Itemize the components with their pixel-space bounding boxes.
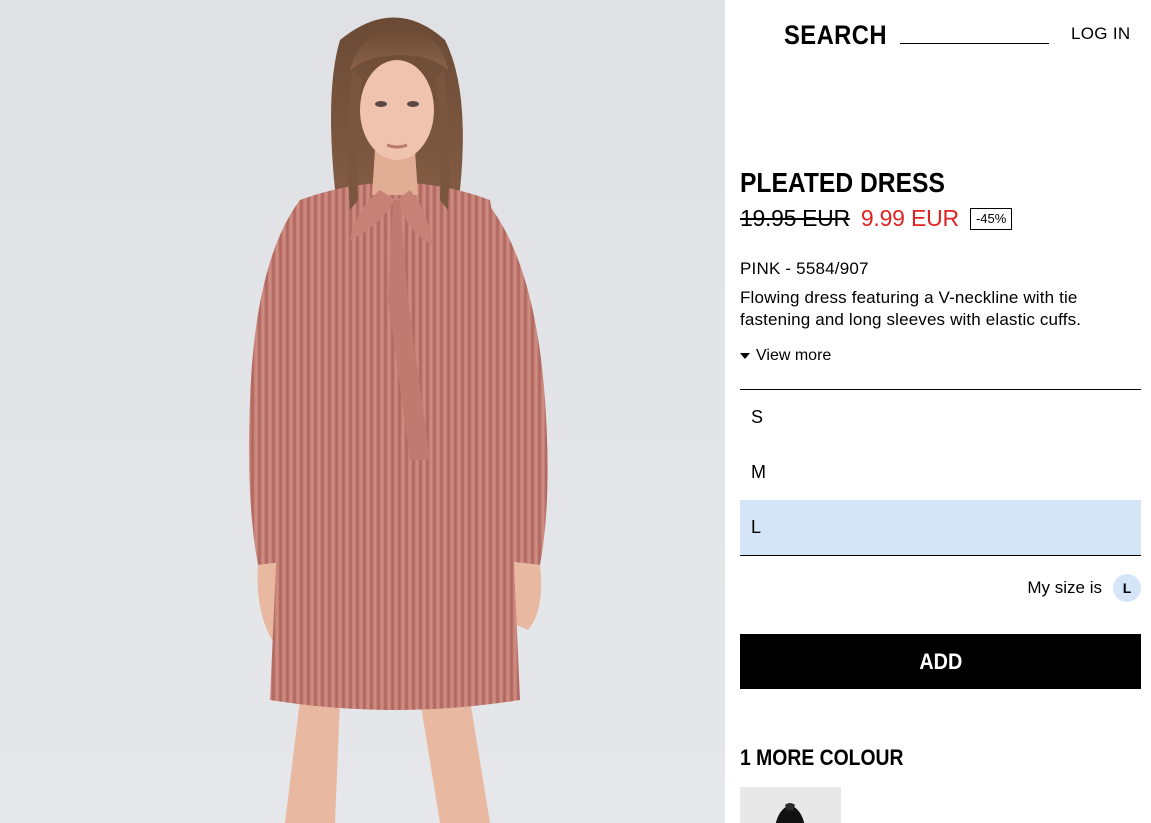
model-photo <box>249 17 548 823</box>
triangle-down-icon <box>740 353 750 359</box>
more-colours-heading: 1 MORE COLOUR <box>740 745 904 770</box>
product-title: PLEATED DRESS <box>740 167 945 198</box>
discount-badge: -45% <box>969 207 1013 230</box>
product-panel: SEARCH LOG IN PLEATED DRESS 19.95 EUR 9.… <box>725 0 1151 823</box>
sale-price: 9.99 EUR <box>860 205 959 231</box>
colour-swatch-thumbnail[interactable] <box>740 787 841 823</box>
product-image[interactable] <box>0 0 725 823</box>
my-size-indicator[interactable]: My size is L <box>1027 574 1141 602</box>
price-row: 19.95 EUR 9.99 EUR -45% <box>740 205 1013 232</box>
original-price: 19.95 EUR <box>740 205 850 231</box>
product-description: Flowing dress featuring a V-neckline wit… <box>740 288 1082 329</box>
add-button-label: ADD <box>919 648 962 674</box>
size-selector: S M L <box>740 389 1141 556</box>
search-input-underline[interactable] <box>900 43 1049 44</box>
view-more-link[interactable]: View more <box>740 347 831 365</box>
size-option-m[interactable]: M <box>740 445 1141 500</box>
size-option-l[interactable]: L <box>740 500 1141 555</box>
black-dress-thumbnail-icon <box>775 803 805 823</box>
view-more-label: View more <box>756 347 832 364</box>
login-link[interactable]: LOG IN <box>1071 24 1130 44</box>
size-option-s[interactable]: S <box>740 390 1141 445</box>
search-label[interactable]: SEARCH <box>784 20 887 51</box>
color-reference: PINK - 5584/907 <box>740 259 869 278</box>
my-size-badge: L <box>1113 574 1141 602</box>
my-size-label: My size is <box>1027 578 1102 597</box>
add-to-cart-button[interactable]: ADD <box>740 634 1141 689</box>
